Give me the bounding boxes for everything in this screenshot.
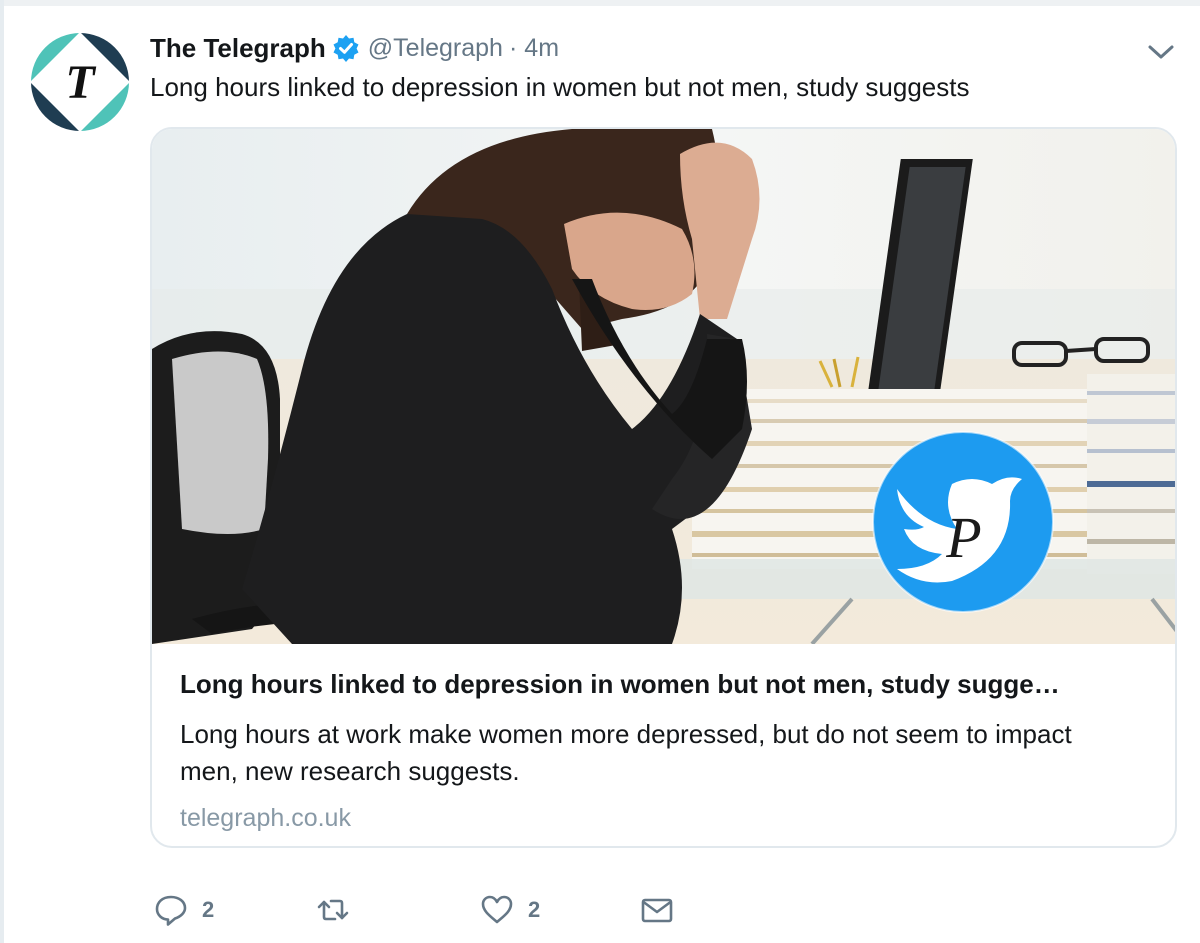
card-body[interactable]: Long hours linked to depression in women…: [180, 669, 1155, 833]
retweet-icon: [317, 899, 349, 921]
timestamp[interactable]: 4m: [524, 34, 559, 63]
heart-icon: [481, 895, 513, 924]
author-name[interactable]: The Telegraph: [150, 33, 326, 64]
message-button[interactable]: [640, 888, 674, 932]
reply-icon: [155, 895, 187, 926]
author-handle[interactable]: @Telegraph: [368, 34, 503, 63]
tweet-actions: 2 2: [150, 888, 850, 932]
link-card[interactable]: P Long hours linked to depression in wom…: [150, 127, 1177, 848]
card-image[interactable]: P: [152, 129, 1177, 644]
tweet-text: Long hours linked to depression in women…: [150, 72, 970, 102]
avatar-letter: T: [65, 56, 96, 109]
card-title[interactable]: Long hours linked to depression in women…: [180, 669, 1155, 700]
tweet[interactable]: T The Telegraph @Telegraph · 4m Long hou…: [0, 0, 1200, 943]
chevron-down-icon[interactable]: [1145, 38, 1177, 66]
retweet-button[interactable]: [316, 888, 364, 932]
verified-badge-icon: [333, 35, 359, 62]
reply-count: 2: [202, 897, 215, 922]
avatar[interactable]: T: [30, 32, 130, 132]
card-domain[interactable]: telegraph.co.uk: [180, 804, 1155, 833]
card-description: Long hours at work make women more depre…: [180, 719, 1072, 786]
tweet-header: The Telegraph @Telegraph · 4m: [150, 30, 559, 66]
reply-button[interactable]: 2: [154, 888, 214, 932]
like-button[interactable]: 2: [480, 888, 540, 932]
like-count: 2: [528, 897, 541, 922]
watermark-letter: P: [945, 505, 981, 570]
envelope-icon: [641, 898, 673, 923]
separator-dot: ·: [508, 33, 518, 62]
